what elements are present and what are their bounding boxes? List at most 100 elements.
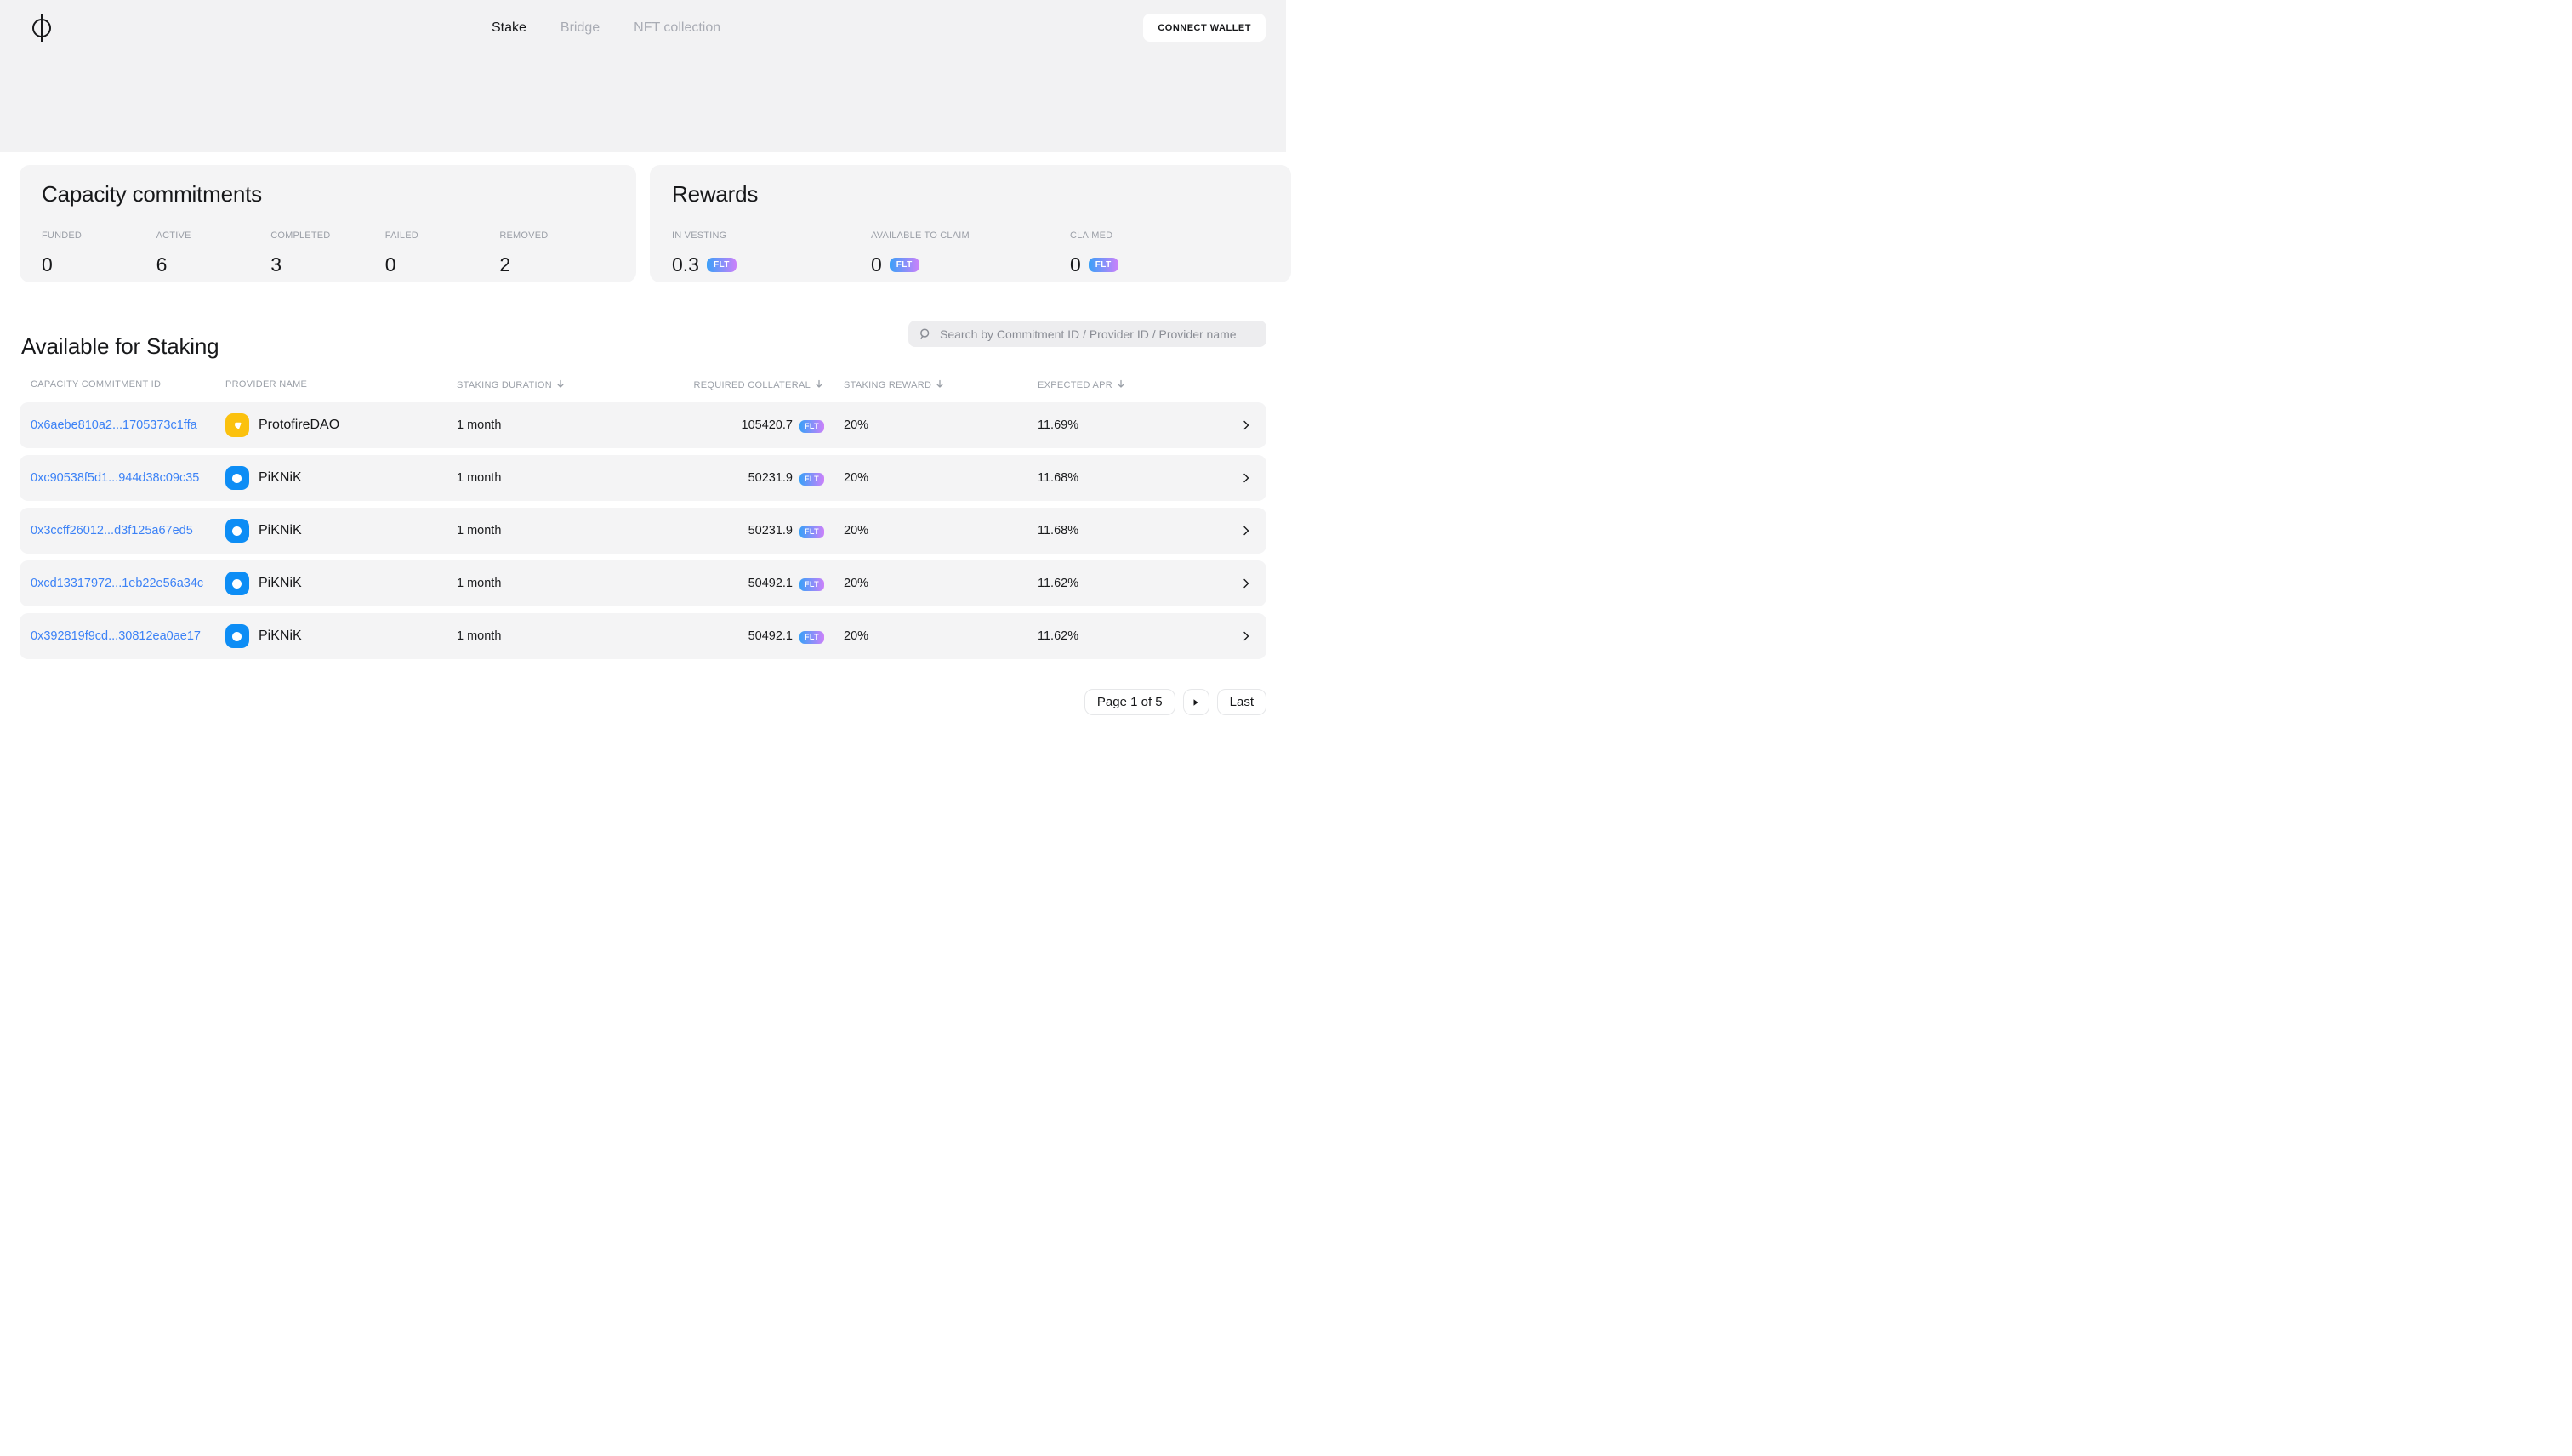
search-input[interactable] <box>940 327 1256 341</box>
protofire-avatar <box>225 413 249 437</box>
stat-completed-value: 3 <box>270 253 282 276</box>
chevron-right-icon[interactable] <box>1241 420 1251 430</box>
provider-name: PiKNiK <box>259 628 302 643</box>
tab-stake[interactable]: Stake <box>492 20 526 36</box>
header-staking-reward[interactable]: STAKING REWARD <box>844 379 1038 390</box>
stat-available-to-claim-label: AVAILABLE TO CLAIM <box>871 230 970 241</box>
available-for-staking-title: Available for Staking <box>21 333 219 359</box>
header-expected-apr[interactable]: EXPECTED APR <box>1038 379 1251 390</box>
expected-apr: 11.62% <box>1038 577 1079 590</box>
chevron-right-icon[interactable] <box>1241 526 1251 536</box>
staking-duration: 1 month <box>457 471 502 485</box>
flt-token-badge: FLT <box>799 630 825 644</box>
table-row[interactable]: 0xc90538f5d1...944d38c09c35 PiKNiK 1 mon… <box>20 455 1266 501</box>
sort-desc-icon[interactable] <box>1117 379 1125 389</box>
capacity-commitments-card: Capacity commitments FUNDED 0 ACTIVE 6 C… <box>20 165 636 282</box>
staking-duration: 1 month <box>457 418 502 432</box>
required-collateral: 50492.1 <box>748 629 793 643</box>
in-vesting-amount: 0.3 <box>672 253 699 276</box>
staking-reward: 20% <box>844 471 869 485</box>
stat-failed-value: 0 <box>384 253 396 276</box>
page-indicator-button[interactable]: Page 1 of 5 <box>1084 689 1175 715</box>
rewards-title: Rewards <box>672 181 759 207</box>
flt-token-badge: FLT <box>799 577 825 591</box>
stat-in-vesting-value: 0.3 FLT <box>672 253 871 276</box>
piknik-avatar <box>225 572 249 595</box>
last-page-button[interactable]: Last <box>1216 689 1266 715</box>
header-capacity-commitment-id: CAPACITY COMMITMENT ID <box>31 379 162 390</box>
commitment-id-link[interactable]: 0x3ccff26012...d3f125a67ed5 <box>31 524 193 537</box>
rewards-stats: IN VESTING 0.3 FLT AVAILABLE TO CLAIM 0 … <box>672 230 1269 276</box>
staking-reward: 20% <box>844 577 869 590</box>
stat-removed: REMOVED 2 <box>499 230 614 276</box>
piknik-avatar <box>225 466 249 490</box>
stat-failed: FAILED 0 <box>385 230 500 276</box>
commitment-id-link[interactable]: 0x392819f9cd...30812ea0ae17 <box>31 629 201 643</box>
sort-desc-icon[interactable] <box>936 379 944 389</box>
connect-wallet-button[interactable]: CONNECT WALLET <box>1143 14 1266 42</box>
staking-reward: 20% <box>844 418 869 432</box>
stat-failed-label: FAILED <box>384 230 418 241</box>
piknik-avatar <box>225 519 249 543</box>
summary-cards: Capacity commitments FUNDED 0 ACTIVE 6 C… <box>20 165 1291 282</box>
provider-name: PiKNiK <box>259 576 302 590</box>
stat-claimed-value: 0 FLT <box>1070 253 1269 276</box>
stat-funded-label: FUNDED <box>42 230 83 241</box>
fluence-logo-phi-icon[interactable] <box>32 14 51 42</box>
chevron-right-icon[interactable] <box>1241 578 1251 589</box>
table-row[interactable]: 0x392819f9cd...30812ea0ae17 PiKNiK 1 mon… <box>20 613 1266 659</box>
tab-bridge[interactable]: Bridge <box>560 20 600 36</box>
chevron-right-icon[interactable] <box>1241 473 1251 483</box>
stat-removed-label: REMOVED <box>499 230 549 241</box>
stat-funded-value: 0 <box>42 253 53 276</box>
protofire-logo-icon <box>234 422 241 429</box>
staking-reward: 20% <box>844 524 869 537</box>
chevron-right-icon[interactable] <box>1241 631 1251 641</box>
stat-claimed: CLAIMED 0 FLT <box>1070 230 1269 276</box>
stat-active-label: ACTIVE <box>156 230 191 241</box>
table-row[interactable]: 0x3ccff26012...d3f125a67ed5 PiKNiK 1 mon… <box>20 508 1266 554</box>
required-collateral: 50492.1 <box>748 577 793 590</box>
expected-apr: 11.68% <box>1038 471 1079 485</box>
header-provider-name: PROVIDER NAME <box>225 379 308 390</box>
stat-active: ACTIVE 6 <box>156 230 271 276</box>
sort-desc-icon[interactable] <box>556 379 565 389</box>
header-staking-reward-label: STAKING REWARD <box>844 379 932 390</box>
staking-table: 0x6aebe810a2...1705373c1ffa ProtofireDAO… <box>20 402 1266 666</box>
capacity-commitments-title: Capacity commitments <box>42 181 262 207</box>
tab-nft-collection[interactable]: NFT collection <box>634 20 720 36</box>
rewards-card: Rewards IN VESTING 0.3 FLT AVAILABLE TO … <box>650 165 1291 282</box>
stat-in-vesting: IN VESTING 0.3 FLT <box>672 230 871 276</box>
table-row[interactable]: 0x6aebe810a2...1705373c1ffa ProtofireDAO… <box>20 402 1266 448</box>
nav-tabs: Stake Bridge NFT collection <box>492 0 720 56</box>
flt-token-badge: FLT <box>706 258 737 272</box>
piknik-avatar <box>225 624 249 648</box>
next-page-button[interactable] <box>1182 689 1209 715</box>
header-required-collateral[interactable]: REQUIRED COLLATERAL <box>626 379 823 390</box>
commitment-id-link[interactable]: 0xcd13317972...1eb22e56a34c <box>31 577 203 590</box>
commitment-id-link[interactable]: 0x6aebe810a2...1705373c1ffa <box>31 418 197 432</box>
commitment-id-link[interactable]: 0xc90538f5d1...944d38c09c35 <box>31 471 199 485</box>
stat-active-value: 6 <box>156 253 168 276</box>
top-navigation: Stake Bridge NFT collection CONNECT WALL… <box>0 0 1286 56</box>
staking-search-box[interactable] <box>908 321 1266 347</box>
flt-token-badge: FLT <box>799 472 825 486</box>
sort-desc-icon[interactable] <box>815 379 823 389</box>
next-arrow-icon <box>1193 698 1198 706</box>
logo-ring <box>32 19 51 37</box>
staking-duration: 1 month <box>457 524 502 537</box>
staking-duration: 1 month <box>457 577 502 590</box>
stat-available-to-claim-value: 0 FLT <box>871 253 1070 276</box>
expected-apr: 11.62% <box>1038 629 1079 643</box>
stat-completed-label: COMPLETED <box>270 230 331 241</box>
stat-funded: FUNDED 0 <box>42 230 156 276</box>
capacity-stats: FUNDED 0 ACTIVE 6 COMPLETED 3 FAILED 0 R… <box>42 230 614 276</box>
flt-token-badge: FLT <box>1088 258 1118 272</box>
table-row[interactable]: 0xcd13317972...1eb22e56a34c PiKNiK 1 mon… <box>20 560 1266 606</box>
staking-reward: 20% <box>844 629 869 643</box>
header-staking-duration[interactable]: STAKING DURATION <box>457 379 626 390</box>
required-collateral: 50231.9 <box>748 524 793 537</box>
header-expected-apr-label: EXPECTED APR <box>1038 379 1112 390</box>
staking-duration: 1 month <box>457 629 502 643</box>
stat-claimed-label: CLAIMED <box>1070 230 1113 241</box>
